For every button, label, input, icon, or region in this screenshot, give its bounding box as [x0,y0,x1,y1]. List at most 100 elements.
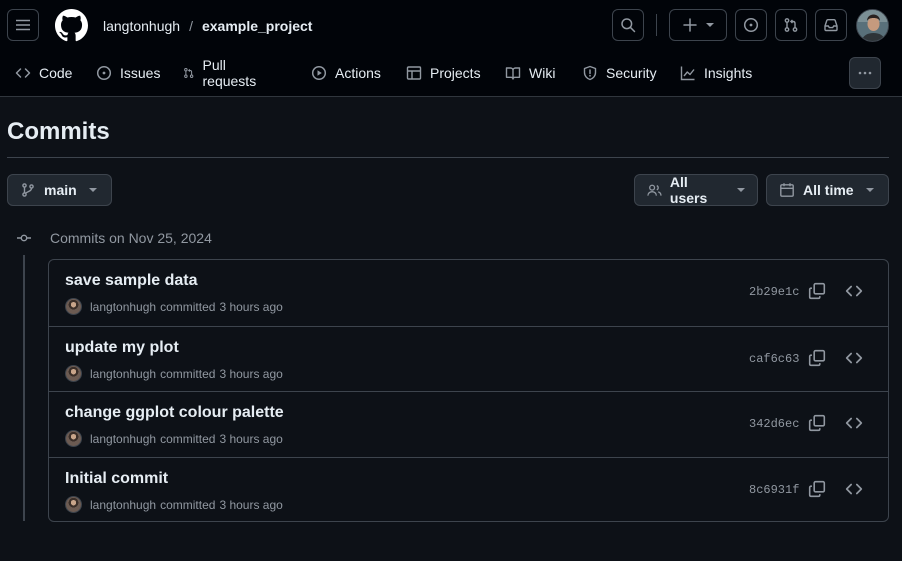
header-divider [656,14,657,36]
github-logo-icon[interactable] [55,9,88,42]
copy-sha-button[interactable] [808,282,826,300]
copy-icon [808,480,826,498]
commit-message-link[interactable]: update my plot [65,339,179,357]
tab-label: Pull requests [202,57,257,89]
commit-verb: committed [160,431,216,446]
plus-icon [683,18,697,32]
commit-group-heading: Commits on Nov 25, 2024 [16,229,212,247]
code-icon [15,68,31,78]
shield-icon [583,65,597,81]
git-commit-icon [17,234,31,242]
issue-opened-icon [96,65,112,81]
copy-sha-button[interactable] [808,349,826,367]
browse-repo-at-commit-button[interactable] [845,480,863,498]
branch-select-value: main [44,182,77,198]
tab-label: Security [606,65,657,81]
search-button[interactable] [612,9,644,41]
time-select-value: All time [803,182,854,198]
copy-icon [808,414,826,432]
tab-insights[interactable]: Insights [680,55,752,91]
commit-verb: committed [160,299,216,314]
commit-row: update my plot langtonhugh committed 3 hour… [49,326,888,391]
commit-time: 3 hours ago [219,431,283,446]
author-name[interactable]: langtonhugh [90,367,156,381]
more-nav-button[interactable] [849,57,881,89]
browse-repo-at-commit-button[interactable] [845,349,863,367]
timeline-line [23,255,25,521]
issue-opened-icon [743,17,759,33]
menu-button[interactable] [7,9,39,41]
users-select[interactable]: All users [634,174,758,206]
tab-label: Issues [120,65,161,81]
commit-group-date: Commits on Nov 25, 2024 [50,230,212,246]
title-divider [7,157,889,158]
copy-icon [808,282,826,300]
inbox-button[interactable] [815,9,847,41]
tab-issues[interactable]: Issues [96,55,160,91]
code-icon [845,352,863,364]
tab-label: Projects [430,65,481,81]
tab-pull-requests[interactable]: Pull requests [183,55,261,91]
tab-security[interactable]: Security [582,55,657,91]
user-avatar[interactable] [856,9,889,42]
commit-sha-link[interactable]: caf6c63 [749,352,799,366]
tab-actions[interactable]: Actions [311,55,381,91]
calendar-icon [780,183,794,197]
commit-message-link[interactable]: change ggplot colour palette [65,404,284,422]
commit-sha-link[interactable]: 342d6ec [749,417,799,431]
commit-meta: langtonhugh committed 3 hours ago [65,430,283,447]
author-avatar[interactable] [65,298,82,315]
breadcrumb-owner-link[interactable]: langtonhugh [103,18,180,34]
tab-projects[interactable]: Projects [406,55,481,91]
tab-wiki[interactable]: Wiki [505,55,555,91]
branch-select[interactable]: main [7,174,112,206]
commit-message-link[interactable]: Initial commit [65,470,168,488]
code-icon [845,417,863,429]
chevron-down-icon [737,188,745,192]
users-select-value: All users [669,174,708,206]
git-pull-request-icon [784,18,798,32]
commit-list: save sample data langtonhugh committed 3 ho… [48,259,889,522]
copy-sha-button[interactable] [808,414,826,432]
tab-label: Actions [335,65,381,81]
commit-sha-link[interactable]: 8c6931f [749,483,799,497]
commit-row: save sample data langtonhugh committed 3 ho… [49,260,888,326]
breadcrumb-repo-link[interactable]: example_project [202,18,313,34]
chevron-down-icon [88,188,97,192]
tab-code[interactable]: Code [15,55,72,91]
code-icon [845,483,863,495]
copy-sha-button[interactable] [808,480,826,498]
table-icon [406,66,422,80]
people-icon [647,184,662,196]
time-select[interactable]: All time [766,174,889,206]
commit-message-link[interactable]: save sample data [65,272,198,290]
commit-meta: langtonhugh committed 3 hours ago [65,365,283,382]
author-name[interactable]: langtonhugh [90,300,156,314]
commit-row: change ggplot colour palette langtonhugh c… [49,391,888,457]
issues-button[interactable] [735,9,767,41]
author-avatar[interactable] [65,430,82,447]
commit-verb: committed [160,497,216,512]
browse-repo-at-commit-button[interactable] [845,414,863,432]
git-branch-icon [22,183,34,197]
browse-repo-at-commit-button[interactable] [845,282,863,300]
git-pull-request-icon [184,68,194,78]
create-new-button[interactable] [669,9,727,41]
author-avatar[interactable] [65,365,82,382]
commit-time: 3 hours ago [219,299,283,314]
commit-verb: committed [160,366,216,381]
commit-meta: langtonhugh committed 3 hours ago [65,298,283,315]
author-name[interactable]: langtonhugh [90,498,156,512]
kebab-horizontal-icon [858,71,872,75]
commit-sha-link[interactable]: 2b29e1c [749,285,799,299]
commit-row: Initial commit langtonhugh committed 3 hour… [49,457,888,521]
inbox-icon [824,19,838,32]
search-icon [621,18,636,33]
graph-icon [680,66,695,81]
commit-time: 3 hours ago [219,366,283,381]
author-name[interactable]: langtonhugh [90,432,156,446]
code-icon [845,285,863,297]
author-avatar[interactable] [65,496,82,513]
commit-meta: langtonhugh committed 3 hours ago [65,496,283,513]
pull-requests-button[interactable] [775,9,807,41]
